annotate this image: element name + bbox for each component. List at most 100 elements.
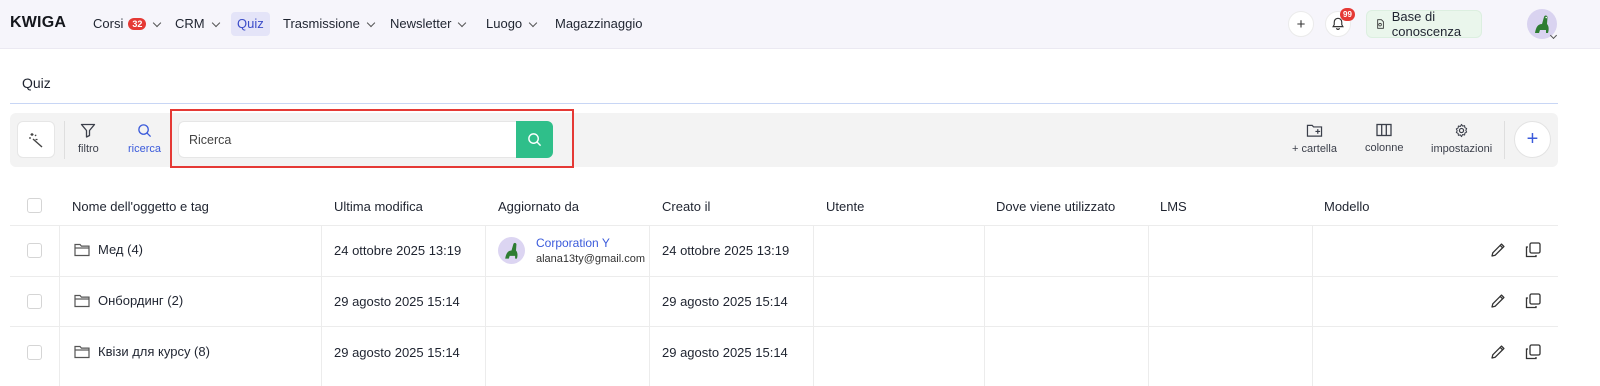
- add-folder-label: + cartella: [1292, 143, 1337, 155]
- row-name-cell[interactable]: Мед (4): [74, 242, 143, 257]
- row-divider: [10, 276, 1558, 277]
- row-created: 29 agosto 2025 15:14: [662, 345, 788, 360]
- add-button[interactable]: +: [1288, 11, 1314, 37]
- knowledge-base-label: Base di conoscenza: [1391, 9, 1462, 39]
- magic-wand-icon: [29, 132, 43, 148]
- pencil-icon[interactable]: [1489, 292, 1507, 310]
- nav-label: CRM: [175, 16, 205, 31]
- notifications-badge: 99: [1340, 8, 1355, 21]
- columns-button[interactable]: colonne: [1365, 123, 1404, 154]
- logo[interactable]: KWIGA: [10, 14, 66, 32]
- avatar: [498, 237, 525, 264]
- nav-label: Corsi: [93, 16, 124, 31]
- copy-icon[interactable]: [1524, 292, 1542, 310]
- columns-label: colonne: [1365, 142, 1404, 154]
- folder-icon: [74, 345, 90, 358]
- row-divider: [10, 326, 1558, 327]
- filter-button[interactable]: filtro: [78, 123, 99, 155]
- nav-quiz[interactable]: Quiz: [231, 12, 270, 36]
- top-navigation-bar: KWIGA Corsi 32 CRM Quiz Trasmissione New…: [0, 0, 1600, 49]
- nav-label: Luogo: [486, 16, 523, 31]
- column-header-updated-by[interactable]: Aggiornato da: [498, 199, 579, 214]
- search-toggle-button[interactable]: ricerca: [128, 123, 161, 155]
- nav-crm[interactable]: CRM: [169, 12, 225, 36]
- folder-icon: [74, 294, 90, 307]
- updated-by-email: alana13ty@gmail.com: [536, 253, 645, 265]
- folder-name: Онбординг (2): [98, 293, 184, 308]
- add-folder-button[interactable]: + cartella: [1292, 123, 1337, 155]
- settings-button[interactable]: impostazioni: [1431, 123, 1492, 155]
- folder-name: Мед (4): [98, 242, 144, 257]
- chevron-down-icon: [211, 18, 220, 27]
- folder-icon: [74, 243, 90, 256]
- knowledge-base-button[interactable]: Base di conoscenza: [1366, 9, 1482, 39]
- column-header-name[interactable]: Nome dell'oggetto e tag: [72, 199, 209, 214]
- pencil-icon[interactable]: [1489, 343, 1507, 361]
- select-all-checkbox[interactable]: [27, 198, 42, 213]
- column-divider: [321, 225, 322, 386]
- gear-icon: [1455, 123, 1468, 138]
- column-header-created[interactable]: Creato il: [662, 199, 710, 214]
- row-last-modified: 29 agosto 2025 15:14: [334, 294, 460, 309]
- nav-newsletter[interactable]: Newsletter: [384, 12, 471, 36]
- column-divider: [1312, 225, 1313, 386]
- copy-icon[interactable]: [1524, 343, 1542, 361]
- search-label: ricerca: [128, 143, 162, 155]
- updated-by-link[interactable]: Corporation Y: [536, 236, 610, 250]
- nav-luogo[interactable]: Luogo: [480, 12, 542, 36]
- page-title: Quiz: [22, 75, 51, 91]
- column-divider: [984, 225, 985, 386]
- column-header-lms[interactable]: LMS: [1160, 199, 1187, 214]
- row-created: 29 agosto 2025 15:14: [662, 294, 788, 309]
- row-name-cell[interactable]: Квізи для курсу (8): [74, 344, 210, 359]
- toolbar-separator: [1504, 121, 1505, 159]
- nav-label: Newsletter: [390, 16, 452, 31]
- column-divider: [485, 225, 486, 386]
- columns-icon: [1376, 123, 1392, 137]
- nav-label: Magazzinaggio: [555, 16, 643, 31]
- column-header-model[interactable]: Modello: [1324, 199, 1370, 214]
- magic-wand-button[interactable]: [17, 121, 55, 158]
- row-created: 24 ottobre 2025 13:19: [662, 243, 790, 258]
- chevron-down-icon: [458, 18, 467, 27]
- column-divider: [649, 225, 650, 386]
- nav-label: Trasmissione: [283, 16, 360, 31]
- nav-trasmissione[interactable]: Trasmissione: [277, 12, 380, 36]
- settings-label: impostazioni: [1431, 143, 1493, 155]
- document-icon: [1377, 19, 1384, 29]
- chevron-down-icon: [153, 18, 162, 27]
- row-checkbox[interactable]: [27, 243, 42, 258]
- column-header-last-modified[interactable]: Ultima modifica: [334, 199, 423, 214]
- filter-icon: [81, 123, 96, 138]
- nav-magazzinaggio[interactable]: Magazzinaggio: [549, 12, 648, 36]
- column-header-user[interactable]: Utente: [826, 199, 864, 214]
- dinosaur-icon: [505, 242, 518, 259]
- row-checkbox[interactable]: [27, 294, 42, 309]
- row-last-modified: 29 agosto 2025 15:14: [334, 345, 460, 360]
- notifications-button[interactable]: 99: [1325, 8, 1355, 37]
- chevron-down-icon: [366, 18, 376, 27]
- divider: [10, 103, 1558, 104]
- column-divider: [1148, 225, 1149, 386]
- plus-icon: +: [1526, 128, 1539, 150]
- nav-corsi[interactable]: Corsi 32: [87, 12, 166, 36]
- column-header-where-used[interactable]: Dove viene utilizzato: [996, 199, 1115, 214]
- folder-plus-icon: [1306, 124, 1323, 137]
- copy-icon[interactable]: [1524, 241, 1542, 259]
- toolbar-separator: [64, 121, 65, 159]
- row-checkbox[interactable]: [27, 345, 42, 360]
- search-highlight-box: [170, 109, 574, 168]
- column-divider: [59, 225, 60, 386]
- search-icon: [138, 124, 152, 138]
- row-name-cell[interactable]: Онбординг (2): [74, 293, 183, 308]
- chevron-down-icon: [528, 18, 538, 27]
- row-divider: [10, 225, 1558, 226]
- filter-label: filtro: [78, 143, 99, 155]
- pencil-icon[interactable]: [1489, 241, 1507, 259]
- column-divider: [813, 225, 814, 386]
- add-quiz-button[interactable]: +: [1514, 121, 1551, 158]
- courses-count-badge: 32: [128, 18, 147, 30]
- folder-name: Квізи для курсу (8): [98, 344, 210, 359]
- nav-label: Quiz: [237, 16, 264, 31]
- plus-icon: +: [1296, 15, 1306, 33]
